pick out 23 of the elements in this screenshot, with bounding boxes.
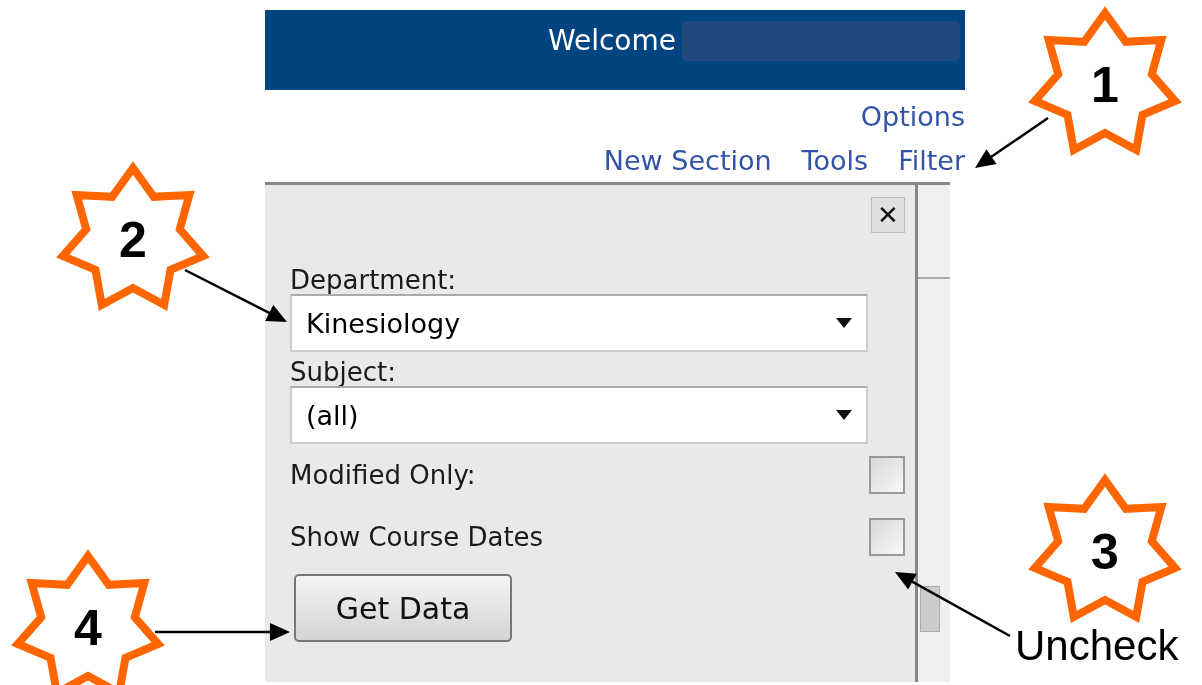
get-data-button[interactable]: Get Data bbox=[294, 574, 512, 642]
callout-number: 4 bbox=[74, 603, 102, 653]
nav-link[interactable]: Tools bbox=[801, 144, 869, 178]
dropdown-field[interactable]: (all) bbox=[290, 386, 868, 444]
checkbox-label: Modified Only: bbox=[290, 459, 476, 492]
callout-number: 3 bbox=[1091, 527, 1119, 577]
options-link[interactable]: Options bbox=[860, 100, 965, 134]
checkbox[interactable] bbox=[869, 518, 905, 556]
close-button[interactable]: ✕ bbox=[871, 197, 905, 233]
callout-note: Uncheck bbox=[1015, 622, 1179, 670]
scrollbar[interactable] bbox=[915, 185, 950, 682]
checkbox-label: Show Course Dates bbox=[290, 521, 544, 554]
welcome-text: Welcome bbox=[547, 26, 676, 55]
callout-number: 1 bbox=[1091, 60, 1119, 110]
field-label: Subject: bbox=[290, 356, 397, 389]
checkbox[interactable] bbox=[869, 456, 905, 494]
nav-link[interactable]: Filter bbox=[898, 144, 965, 178]
callout-number: 2 bbox=[119, 215, 147, 265]
field-label: Department: bbox=[290, 264, 458, 297]
nav-link[interactable]: New Section bbox=[603, 144, 772, 178]
dropdown-field[interactable]: Kinesiology bbox=[290, 294, 868, 352]
caret-icon bbox=[836, 410, 852, 420]
caret-icon bbox=[836, 318, 852, 328]
